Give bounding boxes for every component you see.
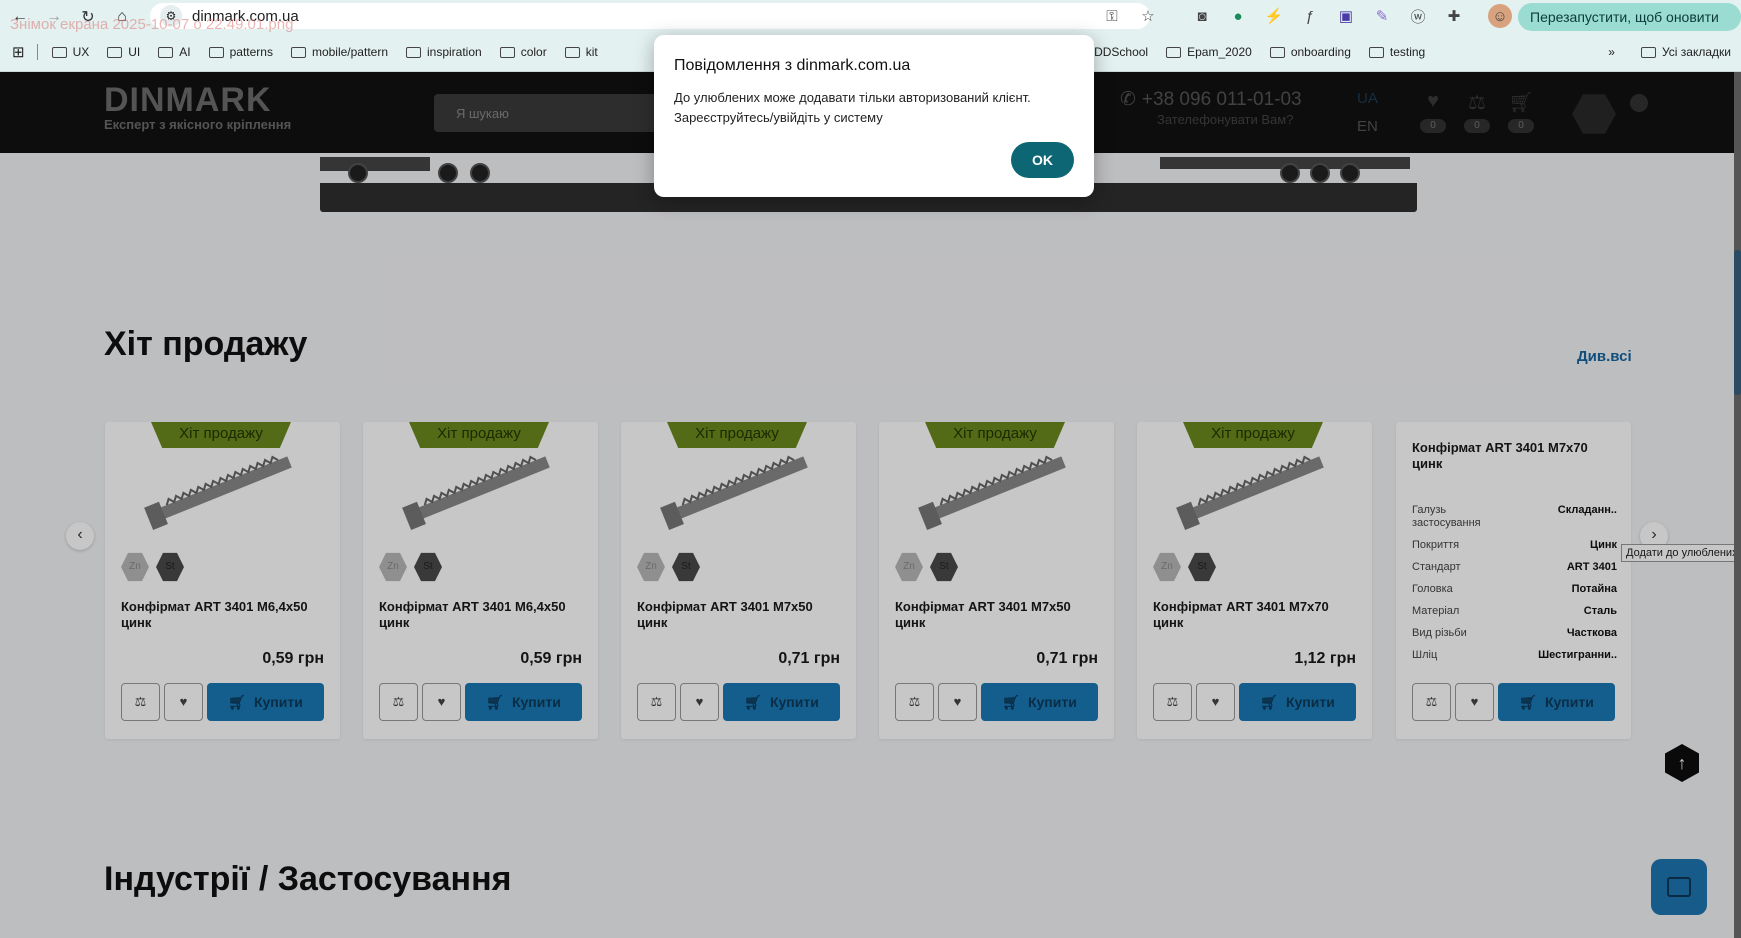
bookmark-label: color	[520, 45, 547, 59]
bookmark-label: UI	[128, 45, 141, 59]
ok-button[interactable]: OK	[1011, 142, 1074, 178]
folder-icon	[564, 46, 580, 58]
bookmark-folder-color[interactable]: color	[499, 45, 547, 59]
restart-label: Перезапустити, щоб оновити	[1530, 9, 1719, 25]
password-key-icon[interactable]: ⚿	[1100, 4, 1124, 28]
bookmark-label: onboarding	[1290, 45, 1351, 59]
alert-dialog: Повідомлення з dinmark.com.ua До улюблен…	[654, 35, 1094, 197]
folder-icon	[406, 46, 421, 58]
bookmark-label: UX	[72, 45, 90, 59]
profile-avatar-icon[interactable]: ☺	[1488, 4, 1512, 28]
dialog-title: Повідомлення з dinmark.com.ua	[674, 57, 911, 74]
folder-icon	[51, 46, 67, 58]
bookmark-label: DDSchool	[1094, 45, 1149, 59]
screenshot-extension-icon[interactable]: ◙	[1190, 4, 1214, 28]
bookmark-folder-mobile-pattern[interactable]: mobile/pattern	[290, 45, 388, 59]
scrollbar-track[interactable]	[1734, 72, 1741, 938]
pen-extension-icon[interactable]: ✎	[1370, 4, 1394, 28]
bookmark-folder-ux[interactable]: UX	[51, 45, 90, 59]
folder-icon	[107, 46, 123, 58]
restart-update-button[interactable]: Перезапустити, щоб оновити	[1518, 3, 1741, 31]
bookmark-star-icon[interactable]: ☆	[1136, 4, 1160, 28]
extensions-puzzle-icon[interactable]: ✚	[1442, 4, 1466, 28]
folder-icon	[158, 46, 174, 58]
wordtune-extension-icon[interactable]: ⓦ	[1406, 4, 1430, 28]
folder-icon	[1166, 46, 1182, 58]
address-bar-actions: ⚿ ☆ ◙ ● ⚡ ƒ ▣ ✎ ⓦ ✚ ☺	[1100, 4, 1512, 28]
apps-grid-icon[interactable]: ⊞	[12, 43, 25, 61]
all-bookmarks-label: Усі закладки	[1661, 45, 1731, 59]
folder-icon	[1640, 46, 1656, 58]
font-extension-icon[interactable]: ƒ	[1298, 4, 1322, 28]
bookmark-folder-patterns[interactable]: patterns	[208, 45, 273, 59]
bookmark-folder-kit[interactable]: kit	[564, 45, 598, 59]
bookmark-folder-testing[interactable]: testing	[1368, 45, 1426, 59]
bookmark-label: inspiration	[427, 45, 482, 59]
bookmark-label: patterns	[229, 45, 273, 59]
grammarly-extension-icon[interactable]: ●	[1226, 4, 1250, 28]
bookmark-folder-epam[interactable]: Epam_2020	[1166, 45, 1252, 59]
scrollbar-thumb[interactable]	[1734, 250, 1741, 395]
lightning-extension-icon[interactable]: ⚡	[1262, 4, 1286, 28]
bookmark-folder-onboarding[interactable]: onboarding	[1269, 45, 1351, 59]
folder-icon	[499, 46, 515, 58]
folder-icon	[290, 46, 306, 58]
bookmark-label: mobile/pattern	[311, 45, 388, 59]
bookmark-label: AI	[179, 45, 191, 59]
all-bookmarks[interactable]: » Усі закладки	[1608, 45, 1731, 59]
bookmark-label: testing	[1389, 45, 1426, 59]
address-bar[interactable]: ⚙ dinmark.com.ua	[150, 3, 1150, 29]
bookmark-folder-ui[interactable]: UI	[107, 45, 140, 59]
dialog-message: До улюблених може додавати тільки автори…	[674, 90, 1031, 125]
bookmark-label: Epam_2020	[1187, 45, 1252, 59]
folder-icon	[208, 46, 224, 58]
notes-extension-icon[interactable]: ▣	[1334, 4, 1358, 28]
bookmark-label: kit	[585, 45, 598, 59]
bookmark-folder-ai[interactable]: AI	[158, 45, 191, 59]
more-bookmarks-icon[interactable]: »	[1608, 45, 1615, 59]
bookmarks-divider	[36, 44, 38, 60]
folder-icon	[1269, 46, 1285, 58]
modal-backdrop	[0, 72, 1734, 938]
folder-icon	[1368, 46, 1384, 58]
screenshot-filename-overlay: Знімок екрана 2025-10-07 о 22.49.01.png	[10, 16, 294, 33]
bookmark-folder-inspiration[interactable]: inspiration	[406, 45, 482, 59]
